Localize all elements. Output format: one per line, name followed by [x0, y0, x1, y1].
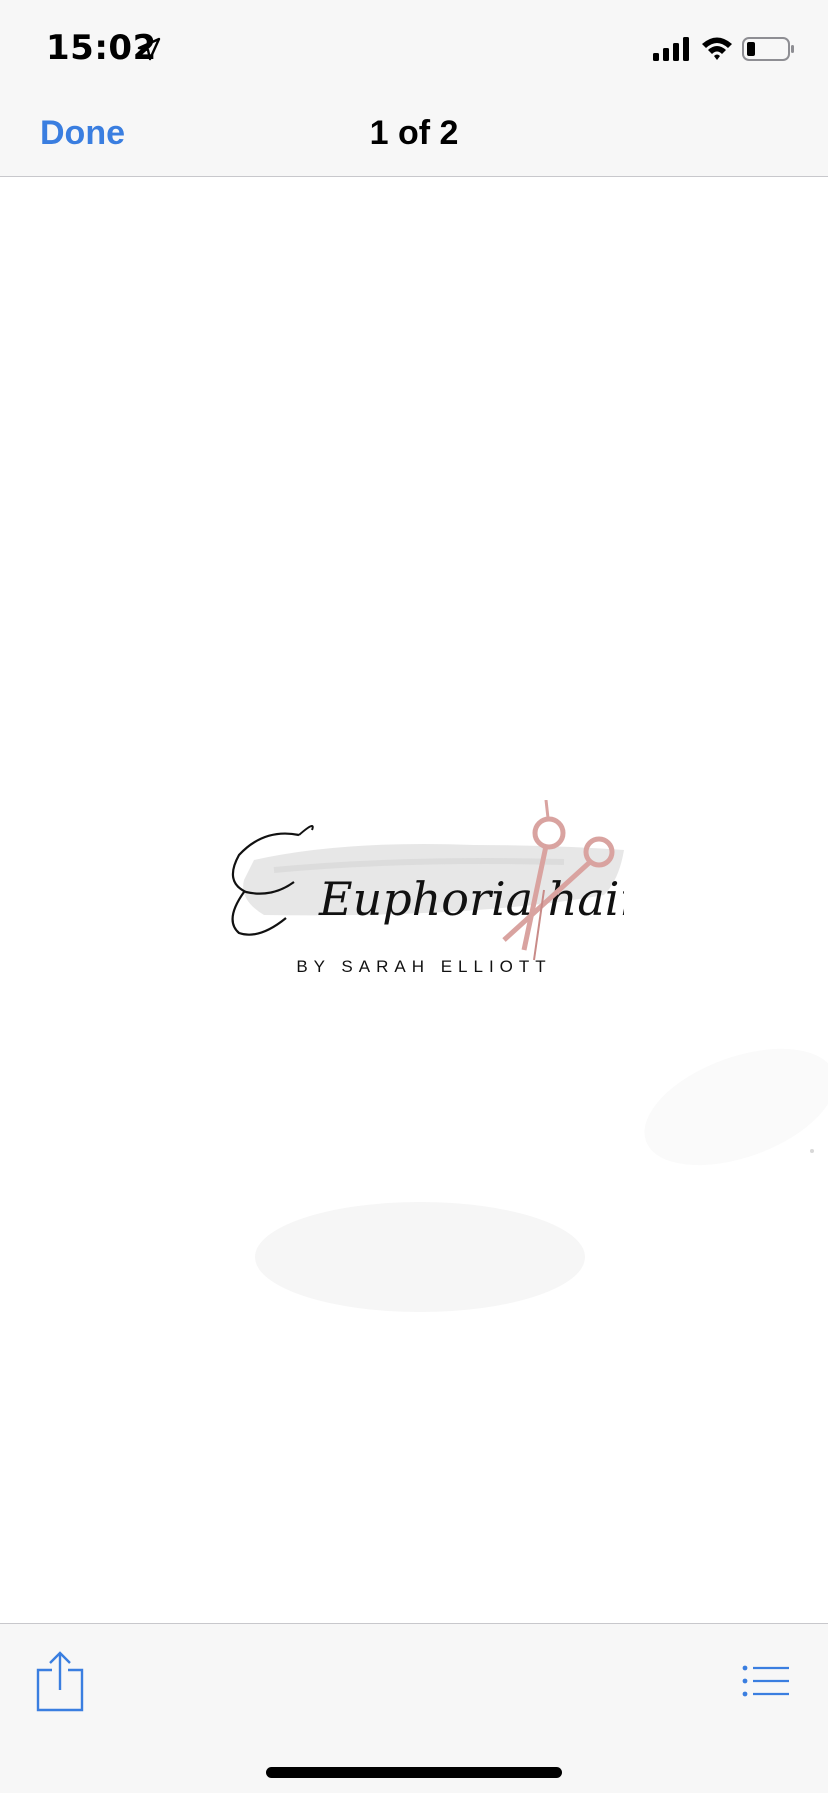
share-icon[interactable]: [34, 1650, 86, 1712]
bottom-toolbar: [0, 1623, 828, 1793]
cellular-signal-icon: [653, 37, 689, 61]
home-indicator[interactable]: [266, 1767, 562, 1778]
battery-icon: [742, 37, 794, 61]
euphoria-hair-logo: Euphoria hair BY SARAH ELLIOTT: [231, 800, 624, 976]
location-arrow-icon: [137, 37, 161, 61]
faint-smudge: [255, 1202, 585, 1312]
list-icon[interactable]: [742, 1664, 790, 1698]
status-bar: 15:02: [0, 0, 828, 96]
page-counter: 1 of 2: [369, 114, 459, 152]
navigation-bar: Done 1 of 2: [0, 96, 828, 177]
wifi-icon: [702, 37, 732, 60]
logo-script-text: Euphoria hair: [318, 872, 624, 926]
faint-smudge: [644, 1048, 828, 1166]
logo-tagline: BY SARAH ELLIOTT: [296, 957, 551, 976]
